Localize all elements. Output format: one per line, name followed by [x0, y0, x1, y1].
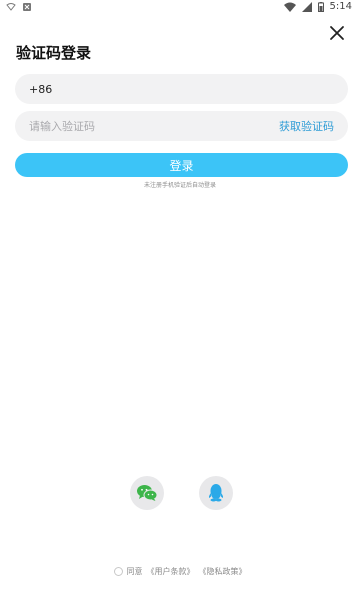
status-time: 5:14 [329, 1, 352, 12]
qq-login-button[interactable] [199, 476, 233, 510]
wifi-icon [283, 2, 296, 12]
login-button[interactable]: 登录 [15, 153, 348, 177]
battery-icon [317, 1, 324, 12]
signal-icon [301, 1, 312, 12]
wechat-icon [137, 485, 158, 501]
get-code-button[interactable]: 获取验证码 [279, 118, 334, 134]
code-input[interactable] [29, 119, 279, 133]
app-notification-icon [23, 3, 31, 11]
agreement-row: 同意 《用户条款》 《隐私政策》 [0, 566, 360, 577]
user-terms-link[interactable]: 《用户条款》 [147, 566, 195, 577]
qq-icon [208, 484, 224, 502]
close-icon[interactable] [328, 24, 346, 42]
agreement-prefix: 同意 [126, 567, 143, 576]
status-bar-right: 5:14 [283, 1, 352, 12]
agreement-checkbox[interactable] [113, 567, 123, 576]
auto-login-hint: 未注册手机验证后自动登录 [143, 182, 216, 189]
status-bar: 5:14 [0, 0, 360, 14]
wechat-login-button[interactable] [130, 476, 164, 510]
privacy-policy-link[interactable]: 《隐私政策》 [199, 566, 247, 577]
code-field: 获取验证码 [15, 111, 348, 141]
status-bar-left [6, 2, 32, 12]
phone-field[interactable]: +86 [15, 74, 348, 104]
phone-prefix: +86 [29, 82, 53, 96]
notification-icon [6, 3, 16, 11]
page-title: 验证码登录 [16, 44, 92, 62]
